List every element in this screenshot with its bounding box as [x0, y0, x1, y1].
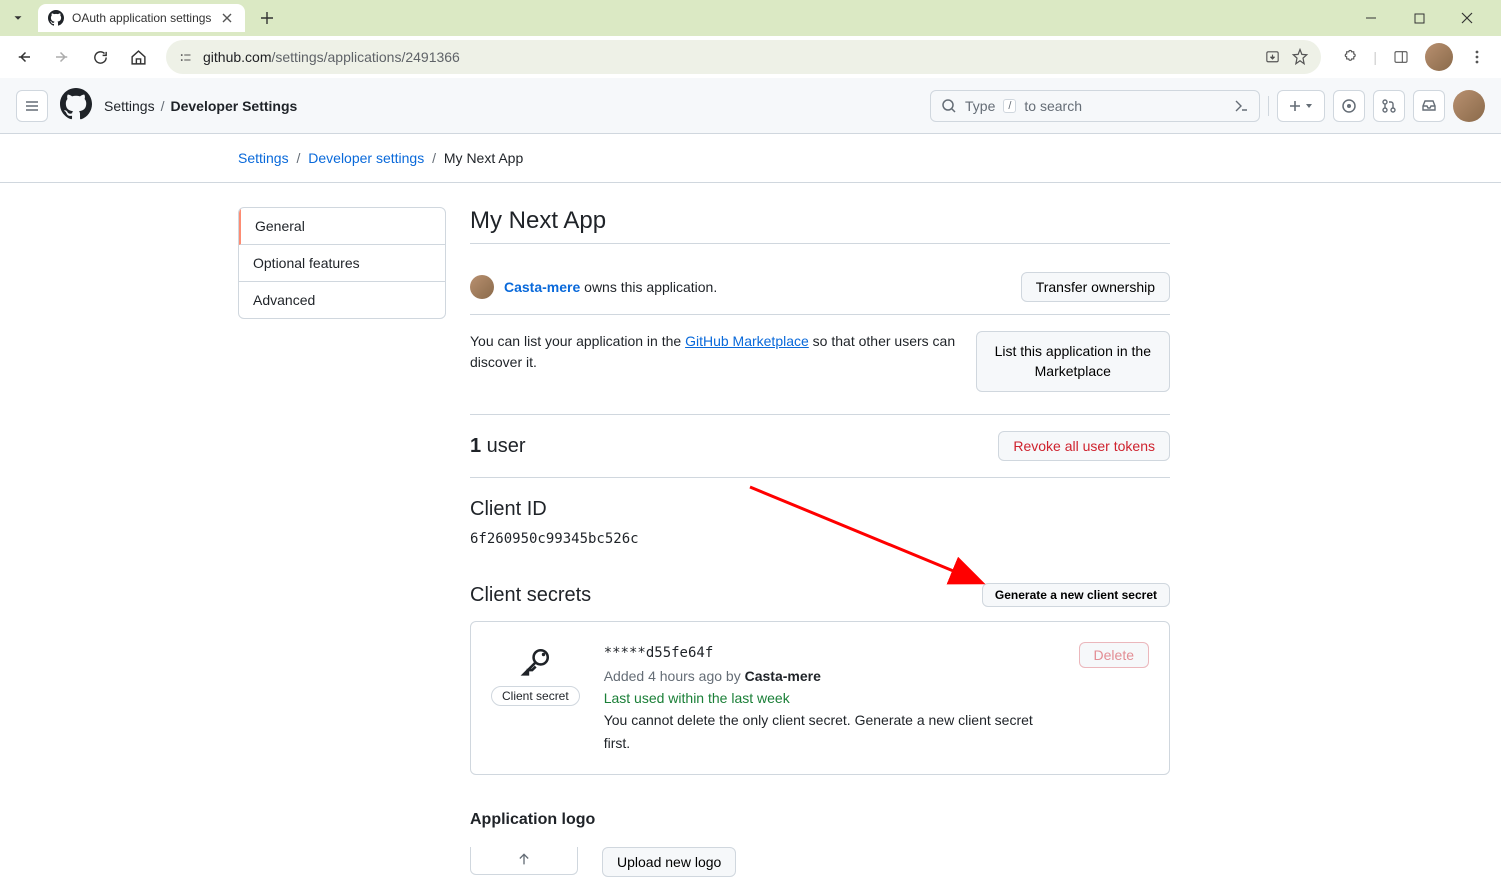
puzzle-icon — [1341, 49, 1358, 66]
new-tab-button[interactable] — [253, 4, 281, 32]
create-new-button[interactable] — [1277, 90, 1325, 122]
content-viewport[interactable]: Settings / Developer settings / My Next … — [0, 134, 1501, 885]
header-breadcrumb: Settings / Developer Settings — [104, 98, 297, 114]
window-maximize-button[interactable] — [1401, 4, 1437, 32]
pull-requests-button[interactable] — [1373, 90, 1405, 122]
owner-avatar[interactable] — [470, 275, 494, 299]
secret-last-used: Last used within the last week — [604, 687, 1055, 709]
nav-reload-button[interactable] — [84, 41, 116, 73]
github-header: Settings / Developer Settings Type / to … — [0, 78, 1501, 134]
settings-sidebar: General Optional features Advanced — [238, 207, 446, 877]
crumb-app-name: My Next App — [444, 150, 523, 166]
issue-icon — [1341, 98, 1357, 114]
client-id-heading: Client ID — [470, 498, 1170, 521]
hamburger-icon — [24, 98, 40, 114]
settings-main: My Next App Casta-mere owns this applica… — [470, 207, 1170, 877]
github-search-input[interactable]: Type / to search — [930, 90, 1260, 122]
url-bar[interactable]: github.com/settings/applications/2491366 — [166, 40, 1321, 74]
sidebar-item-label: General — [255, 218, 305, 234]
page-title: My Next App — [470, 207, 1170, 244]
logo-drop-zone[interactable] — [470, 847, 578, 875]
github-logo-icon — [60, 88, 92, 120]
owner-link[interactable]: Casta-mere — [504, 279, 580, 295]
user-count: 1 user — [470, 435, 526, 458]
secret-added-meta: Added 4 hours ago by Casta-mere — [604, 665, 1055, 687]
arrow-left-icon — [15, 48, 33, 66]
sidebar-item-advanced[interactable]: Advanced — [239, 282, 445, 318]
nav-home-button[interactable] — [122, 41, 154, 73]
notifications-button[interactable] — [1413, 90, 1445, 122]
generate-client-secret-button[interactable]: Generate a new client secret — [982, 583, 1170, 607]
browser-menu-button[interactable] — [1461, 41, 1493, 73]
browser-tab[interactable]: OAuth application settings — [38, 4, 245, 32]
search-shortcut-kbd: / — [1003, 99, 1016, 113]
site-settings-icon[interactable] — [178, 50, 193, 65]
crumb-settings-link[interactable]: Settings — [238, 150, 289, 166]
secret-delete-note: You cannot delete the only client secret… — [604, 709, 1055, 754]
tab-title: OAuth application settings — [72, 11, 211, 25]
breadcrumb-separator: / — [161, 98, 165, 114]
maximize-icon — [1414, 13, 1425, 24]
bookmark-star-icon[interactable] — [1291, 48, 1309, 66]
issues-button[interactable] — [1333, 90, 1365, 122]
revoke-tokens-button[interactable]: Revoke all user tokens — [998, 431, 1170, 461]
extensions-button[interactable] — [1333, 41, 1365, 73]
app-logo-heading: Application logo — [470, 811, 1170, 829]
install-app-icon[interactable] — [1264, 49, 1281, 66]
plus-icon — [1288, 99, 1302, 113]
pull-request-icon — [1381, 98, 1397, 114]
upload-icon — [514, 851, 534, 871]
client-secrets-heading: Client secrets — [470, 584, 591, 607]
url-text: github.com/settings/applications/2491366 — [203, 49, 460, 65]
tab-search-dropdown[interactable] — [4, 4, 32, 32]
plus-icon — [260, 11, 274, 25]
window-close-button[interactable] — [1449, 4, 1485, 32]
nav-forward-button[interactable] — [46, 41, 78, 73]
sidebar-item-optional-features[interactable]: Optional features — [239, 245, 445, 282]
home-icon — [130, 49, 147, 66]
delete-secret-button: Delete — [1079, 642, 1149, 668]
transfer-ownership-button[interactable]: Transfer ownership — [1021, 272, 1170, 302]
github-favicon-icon — [48, 10, 64, 26]
secret-value: *****d55fe64f — [604, 642, 1055, 664]
arrow-right-icon — [53, 48, 71, 66]
sidebar-item-label: Advanced — [253, 292, 315, 308]
key-icon — [518, 646, 552, 680]
browser-nav-bar: github.com/settings/applications/2491366… — [0, 36, 1501, 78]
kebab-icon — [1469, 49, 1485, 65]
header-crumb-developer[interactable]: Developer Settings — [170, 98, 297, 114]
inbox-icon — [1421, 98, 1437, 114]
marketplace-text: You can list your application in the Git… — [470, 331, 976, 373]
client-secret-item: Client secret *****d55fe64f Added 4 hour… — [470, 621, 1170, 775]
window-minimize-button[interactable] — [1353, 4, 1389, 32]
crumb-developer-link[interactable]: Developer settings — [308, 150, 424, 166]
panel-icon — [1393, 49, 1409, 65]
close-icon — [222, 13, 232, 23]
nav-back-button[interactable] — [8, 41, 40, 73]
close-icon — [1461, 12, 1473, 24]
reload-icon — [92, 49, 109, 66]
browser-tab-bar: OAuth application settings — [0, 0, 1501, 36]
client-id-value: 6f260950c99345bc526c — [470, 531, 1170, 547]
user-avatar-button[interactable] — [1453, 90, 1485, 122]
marketplace-link[interactable]: GitHub Marketplace — [685, 333, 809, 349]
command-palette-icon[interactable] — [1233, 98, 1249, 114]
github-logo[interactable] — [60, 88, 92, 123]
owner-text: Casta-mere owns this application. — [504, 279, 717, 295]
sidebar-item-general[interactable]: General — [239, 208, 445, 245]
browser-profile-button[interactable] — [1425, 43, 1453, 71]
search-icon — [941, 98, 957, 114]
header-crumb-settings[interactable]: Settings — [104, 98, 155, 114]
github-menu-button[interactable] — [16, 90, 48, 122]
upload-logo-button[interactable]: Upload new logo — [602, 847, 736, 877]
tab-close-button[interactable] — [219, 10, 235, 26]
minimize-icon — [1365, 12, 1377, 24]
secret-badge: Client secret — [491, 686, 580, 706]
chevron-down-icon — [11, 11, 25, 25]
page-breadcrumb: Settings / Developer settings / My Next … — [238, 134, 1408, 182]
list-marketplace-button[interactable]: List this application in theMarketplace — [976, 331, 1170, 392]
caret-down-icon — [1304, 101, 1314, 111]
sidepanel-button[interactable] — [1385, 41, 1417, 73]
sidebar-item-label: Optional features — [253, 255, 360, 271]
